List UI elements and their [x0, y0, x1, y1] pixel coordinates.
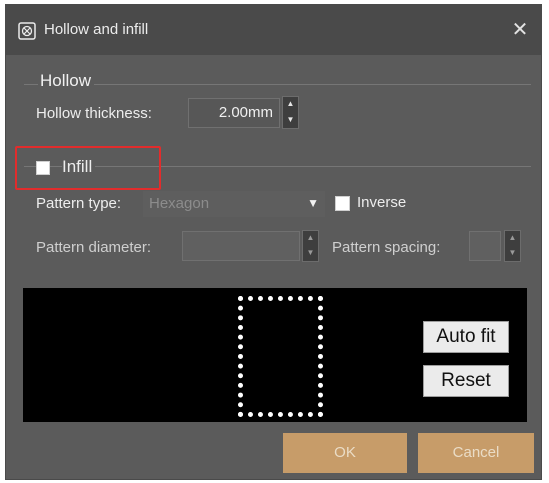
stepper-up-icon[interactable]: ▲ [303, 231, 318, 246]
pattern-spacing-input[interactable] [469, 231, 501, 261]
inverse-checkbox[interactable] [335, 196, 350, 211]
hollow-infill-icon [18, 22, 36, 40]
close-button[interactable]: ✕ [509, 19, 531, 41]
window-title: Hollow and infill [44, 21, 149, 38]
inverse-label: Inverse [357, 194, 407, 211]
stepper-down-icon[interactable]: ▼ [303, 246, 318, 261]
close-icon: ✕ [511, 19, 529, 41]
ok-button[interactable]: OK [283, 433, 407, 473]
pattern-type-select[interactable]: Hexagon ▼ [143, 191, 325, 217]
infill-checkbox-label: Infill [62, 157, 96, 177]
pattern-spacing-stepper[interactable]: ▲ ▼ [504, 230, 521, 262]
pattern-diameter-label: Pattern diameter: [36, 239, 152, 256]
hollow-thickness-stepper[interactable]: ▲ ▼ [282, 96, 299, 129]
stepper-up-icon[interactable]: ▲ [505, 231, 520, 246]
hollow-thickness-label: Hollow thickness: [36, 105, 152, 122]
preview-canvas[interactable]: Auto fit Reset [23, 288, 527, 422]
pattern-spacing-label: Pattern spacing: [332, 239, 441, 256]
hollow-group-label: Hollow [38, 71, 95, 91]
hollow-infill-dialog: Hollow and infill ✕ Hollow Hollow thickn… [5, 4, 542, 480]
pattern-diameter-input[interactable] [182, 231, 300, 261]
chevron-down-icon: ▼ [307, 196, 319, 210]
hollow-group-divider [24, 84, 531, 85]
infill-checkbox[interactable] [36, 161, 50, 175]
cancel-button[interactable]: Cancel [418, 433, 534, 473]
reset-button[interactable]: Reset [423, 365, 509, 397]
pattern-diameter-stepper[interactable]: ▲ ▼ [302, 230, 319, 262]
hollow-thickness-input[interactable]: 2.00mm [188, 98, 280, 128]
stepper-down-icon[interactable]: ▼ [283, 113, 298, 129]
pattern-type-value: Hexagon [149, 195, 210, 212]
stepper-down-icon[interactable]: ▼ [505, 246, 520, 261]
model-outline-preview [238, 296, 323, 417]
auto-fit-button[interactable]: Auto fit [423, 321, 509, 353]
stepper-up-icon[interactable]: ▲ [283, 97, 298, 113]
title-bar: Hollow and infill ✕ [6, 5, 541, 55]
pattern-type-label: Pattern type: [36, 195, 122, 212]
